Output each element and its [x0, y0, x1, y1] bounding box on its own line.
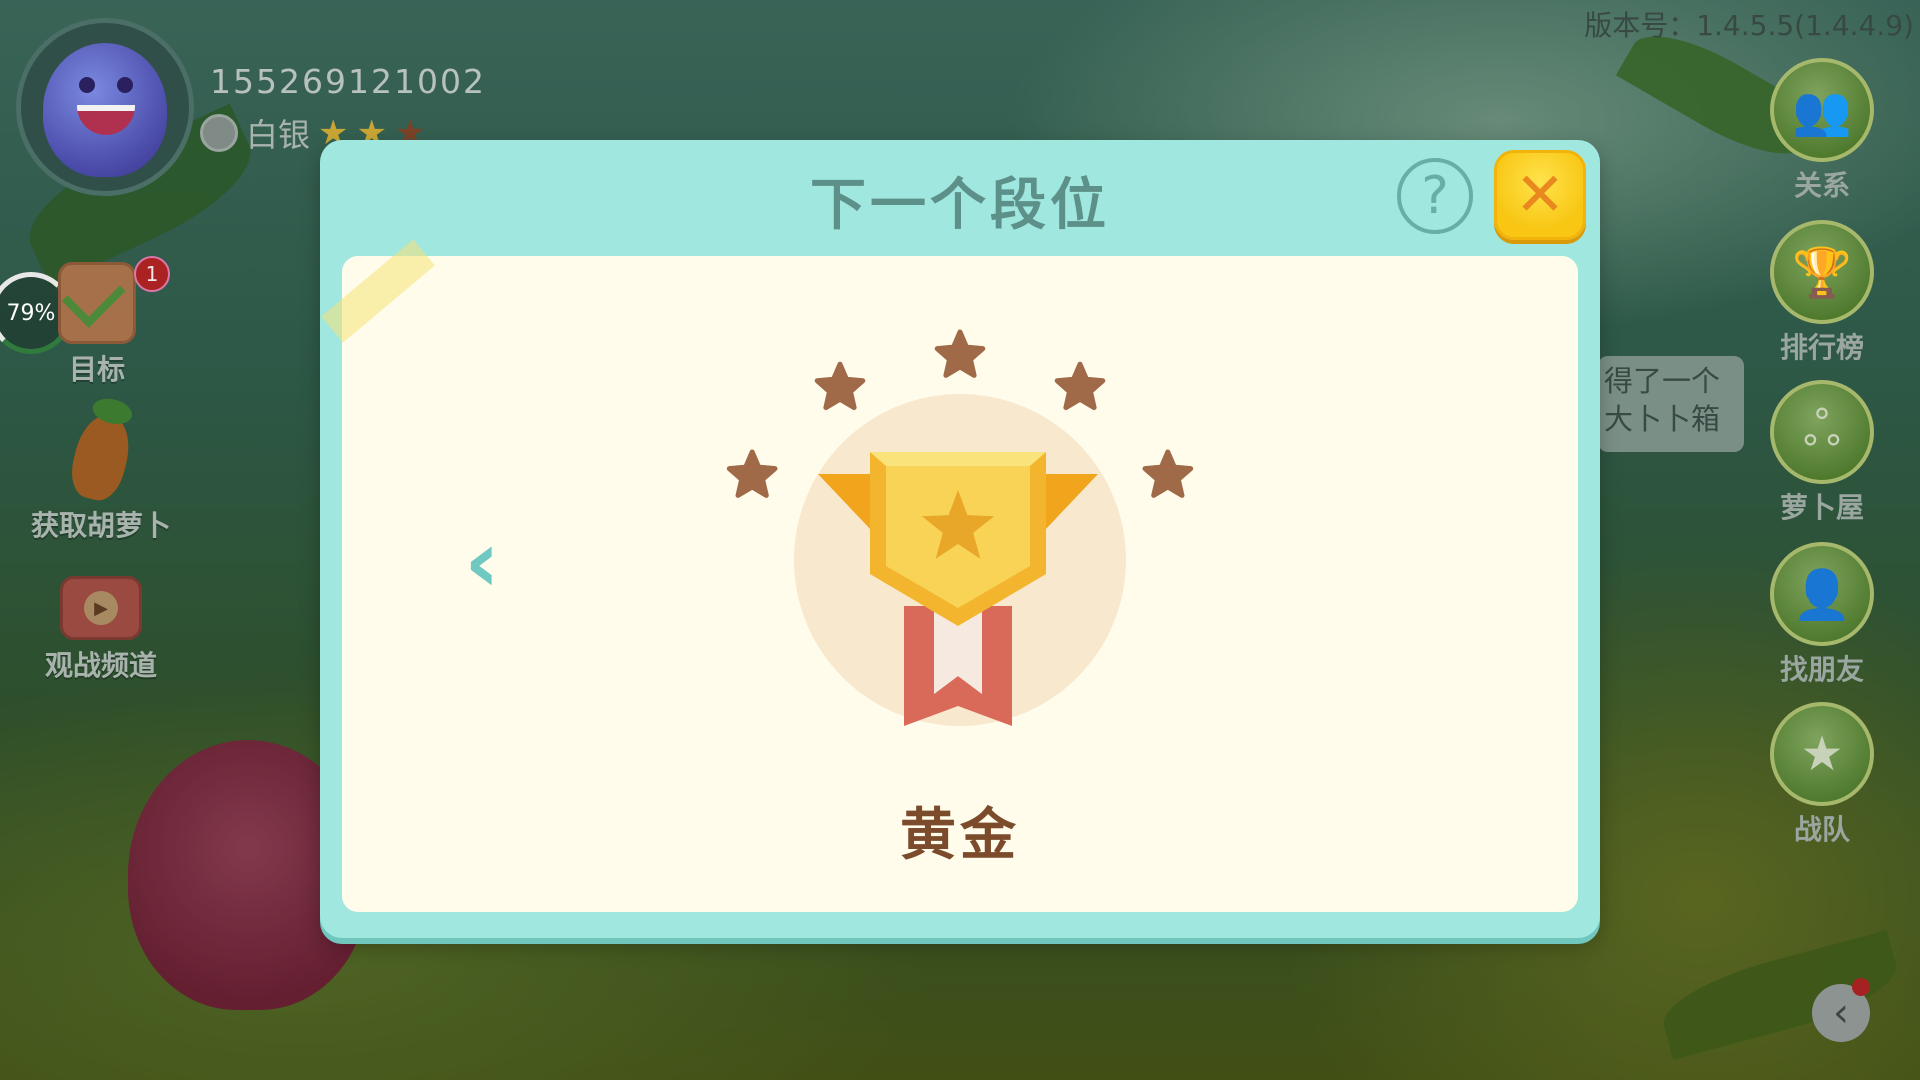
back-arrow-icon: ‹ [1833, 990, 1849, 1036]
team-label: 战队 [1793, 813, 1850, 846]
carrot-house-button[interactable]: ஃ 萝卜屋 [1762, 380, 1882, 526]
checkmark-icon [61, 264, 126, 328]
bubble-line: 大卜卜箱 [1604, 402, 1721, 436]
team-button[interactable]: ★ 战队 [1762, 702, 1882, 848]
rank-star-icon [1142, 449, 1194, 498]
next-rank-dialog: 下一个段位 ? ✕ ‹ 黄金 [320, 140, 1600, 938]
leaderboard-label: 排行榜 [1779, 331, 1864, 364]
relations-button[interactable]: 👥 关系 [1762, 58, 1882, 204]
rank-star-icon [814, 361, 866, 411]
notification-bubble: 得了一个 大卜卜箱 [1598, 356, 1744, 452]
people-icon: 👥 [1770, 58, 1874, 162]
relations-label: 关系 [1793, 169, 1850, 202]
add-friend-icon: 👤 [1770, 542, 1874, 646]
user-id: 155269121002 [210, 62, 486, 101]
goal-button[interactable]: 1 目标 [44, 256, 170, 388]
rank-star-icon [1054, 361, 1106, 411]
question-icon: ? [1421, 166, 1449, 226]
avatar-mouth [77, 105, 135, 135]
find-friends-label: 找朋友 [1779, 653, 1864, 686]
find-friends-button[interactable]: 👤 找朋友 [1762, 542, 1882, 688]
spectate-channel-button[interactable]: ▶ 观战频道 [26, 576, 176, 684]
goal-badge: 1 [134, 256, 170, 292]
next-rank-name: 黄金 [900, 803, 1020, 868]
close-button[interactable]: ✕ [1494, 150, 1586, 240]
rank-name: 白银 [246, 116, 311, 154]
gold-medal-icon [818, 452, 1098, 726]
avatar-eye [79, 77, 95, 93]
swirl-icon: ஃ [1770, 380, 1874, 484]
notification-dot [1852, 978, 1870, 996]
tv-play-icon: ▶ [60, 576, 142, 640]
leaderboard-button[interactable]: 🏆 排行榜 [1762, 220, 1882, 366]
avatar[interactable] [16, 18, 194, 196]
team-star-icon: ★ [1770, 702, 1874, 806]
rank-star-icon [934, 329, 986, 378]
version-text: 版本号：1.4.5.5(1.4.4.9) [1584, 9, 1914, 42]
rank-medal-icon [200, 114, 238, 152]
goal-label: 目标 [68, 353, 125, 386]
trophy-icon: 🏆 [1770, 220, 1874, 324]
rank-card: ‹ 黄金 [321, 239, 1578, 912]
avatar-eye [117, 77, 133, 93]
help-button[interactable]: ? [1397, 158, 1473, 234]
calendar-check-icon [58, 262, 136, 344]
avatar-character [43, 43, 167, 177]
carrot-icon [65, 394, 137, 506]
get-carrot-button[interactable]: 获取胡萝卜 [6, 394, 196, 544]
medal-shield-top [870, 452, 1046, 466]
close-icon: ✕ [1514, 160, 1566, 230]
bubble-line: 得了一个 [1604, 364, 1721, 398]
carrot-house-label: 萝卜屋 [1779, 491, 1864, 524]
get-carrot-label: 获取胡萝卜 [30, 509, 171, 542]
spectate-label: 观战频道 [44, 649, 157, 682]
rank-star-icon [726, 449, 778, 498]
